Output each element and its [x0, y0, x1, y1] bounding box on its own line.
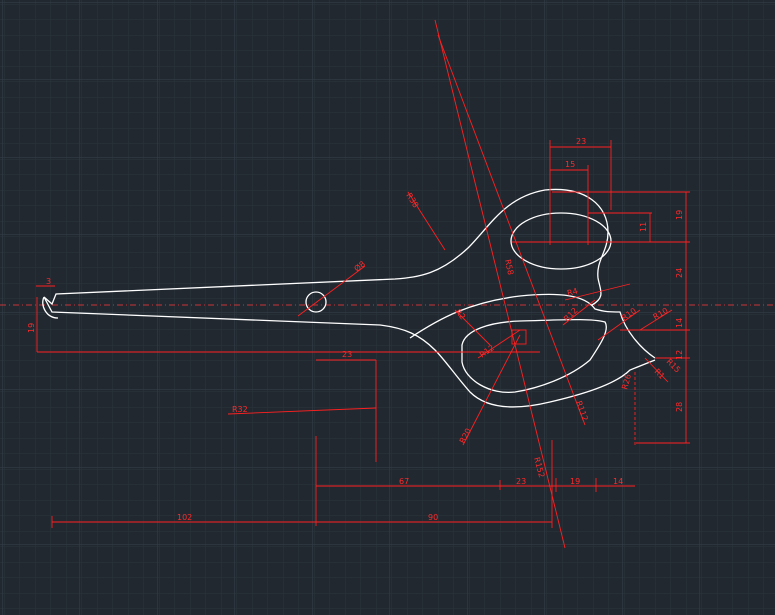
- dim-11: 11: [639, 222, 648, 232]
- dim-14-bottom: 14: [613, 477, 623, 486]
- dim-19-right: 19: [675, 210, 684, 220]
- dim-19-bottom: 19: [570, 477, 580, 486]
- cad-drawing-canvas[interactable]: 3 19 Ø8 23 R32 R38 R58 R4 R12 R10 R10 R2…: [0, 0, 775, 615]
- dim-15-top: 15: [565, 160, 575, 169]
- drawing-grid: [0, 0, 775, 615]
- dim-67: 67: [399, 477, 409, 486]
- dim-3: 3: [46, 277, 51, 286]
- dim-102: 102: [177, 513, 192, 522]
- dim-24: 24: [675, 268, 684, 278]
- dim-28: 28: [675, 402, 684, 412]
- dim-90: 90: [428, 513, 438, 522]
- dim-23-top: 23: [576, 137, 586, 146]
- dim-12: 12: [675, 350, 684, 360]
- dim-19-left: 19: [27, 323, 36, 333]
- dim-23-bottom: 23: [516, 477, 526, 486]
- dim-14-right: 14: [675, 318, 684, 328]
- dim-r32: R32: [232, 405, 248, 414]
- dim-23-mid: 23: [342, 350, 352, 359]
